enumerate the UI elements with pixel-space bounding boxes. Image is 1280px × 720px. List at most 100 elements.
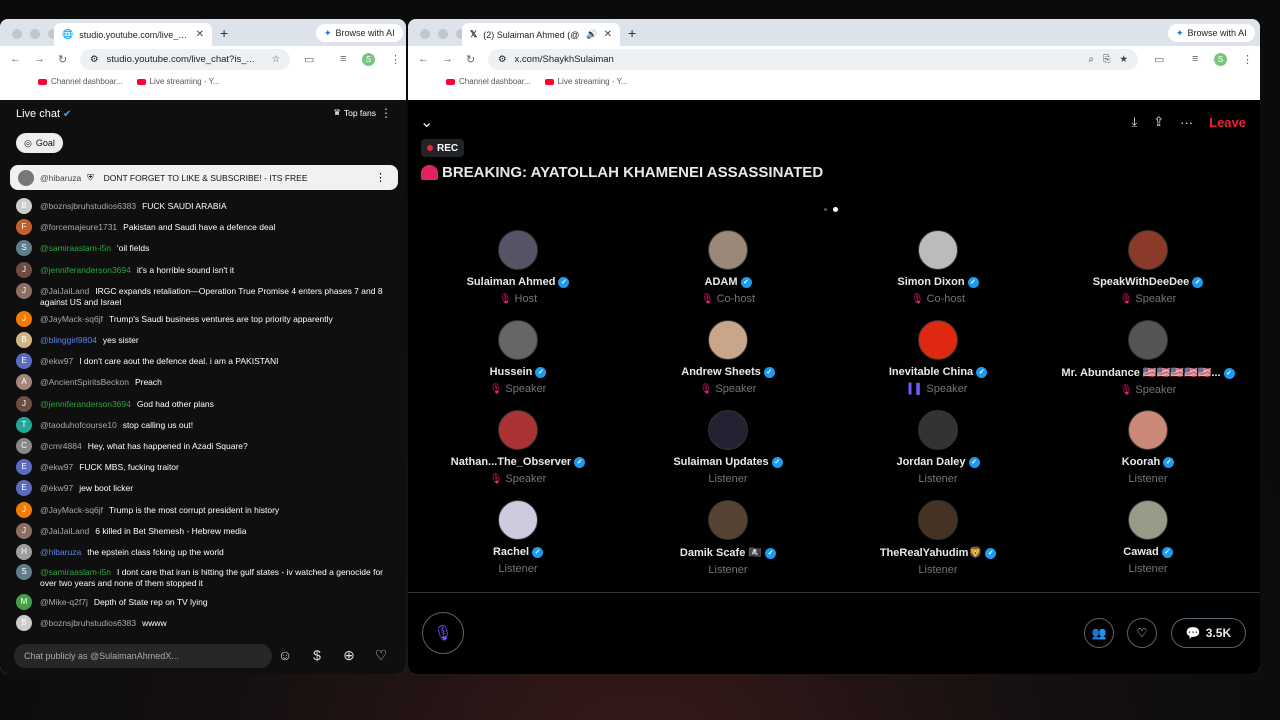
chat-username[interactable]: @ekw97	[40, 356, 73, 366]
add-icon[interactable]: ⊕	[338, 647, 360, 664]
address-bar[interactable]: ⚙ x.com/ShaykhSulaiman ⌕ ⎘ ★	[488, 49, 1138, 70]
extensions-icon[interactable]: ≡	[340, 53, 346, 65]
avatar[interactable]: E	[16, 459, 32, 475]
site-info-icon[interactable]: ⚙	[90, 54, 99, 65]
participant[interactable]: ADAM ✓ 🎙 Co-host	[628, 230, 828, 305]
browse-with-ai-button[interactable]: ✦ Browse with AI	[1168, 24, 1255, 42]
avatar[interactable]	[708, 230, 748, 270]
chat-username[interactable]: @samiraaslam-i5n	[40, 243, 111, 253]
forward-icon[interactable]: →	[442, 53, 453, 65]
avatar[interactable]: J	[16, 262, 32, 278]
chat-username[interactable]: @JaiJaiLand	[40, 526, 89, 536]
minimize-icon[interactable]: ⤓	[1131, 114, 1137, 130]
chat-username[interactable]: @samiraaslam-i5n	[40, 567, 111, 577]
avatar[interactable]	[498, 230, 538, 270]
avatar[interactable]	[498, 320, 538, 360]
comments-button[interactable]: 💬 3.5K	[1171, 618, 1246, 648]
heart-icon[interactable]: ♡	[370, 647, 392, 664]
chat-message[interactable]: B @blinggirl9804 yes sister	[16, 332, 390, 348]
share-icon[interactable]: ⇪	[1153, 114, 1164, 130]
chat-username[interactable]: @JayMack-sq6jf	[40, 314, 103, 324]
avatar[interactable]: E	[16, 353, 32, 369]
chat-message[interactable]: J @JayMack-sq6jf Trump's Saudi business ve…	[16, 311, 390, 327]
participant[interactable]: Jordan Daley ✓ Listener	[838, 410, 1038, 485]
sidepanel-icon[interactable]: ▭	[1154, 53, 1164, 66]
participant[interactable]: Rachel ✓ Listener	[418, 500, 618, 575]
bookmark-channel-dashboard[interactable]: Channel dashboar...	[38, 77, 123, 86]
avatar[interactable]: E	[16, 480, 32, 496]
chat-message[interactable]: E @ekw97 I don't care aout the defence dea…	[16, 353, 390, 369]
bookmark-channel-dashboard[interactable]: Channel dashboar...	[446, 77, 531, 86]
top-fans-button[interactable]: ♛ Top fans	[333, 107, 376, 118]
chat-message[interactable]: A @AncientSpiritsBeckon Preach	[16, 374, 390, 390]
profile-avatar[interactable]: S	[362, 53, 375, 66]
avatar[interactable]: B	[16, 198, 32, 214]
window-controls[interactable]	[12, 29, 58, 39]
address-bar[interactable]: ⚙ studio.youtube.com/live_chat?is_... ☆	[80, 49, 290, 70]
chat-username[interactable]: @ekw97	[40, 483, 73, 493]
chat-message[interactable]: E @ekw97 jew boot licker	[16, 480, 390, 496]
extensions-icon[interactable]: ≡	[1192, 53, 1198, 65]
chat-message[interactable]: C @cmr4884 Hey, what has happened in Azadi…	[16, 438, 390, 454]
avatar[interactable]	[1128, 230, 1168, 270]
chat-message[interactable]: J @JayMack-sq6jf Trump is the most corrupt…	[16, 502, 390, 518]
chat-message[interactable]: F @forcemajeure1731 Pakistan and Saudi hav…	[16, 219, 390, 235]
site-info-icon[interactable]: ⚙	[498, 54, 507, 65]
chat-message[interactable]: J @jenniferanderson3694 it's a horrible so…	[16, 262, 390, 278]
pinned-menu-icon[interactable]: ⋮	[375, 171, 386, 184]
avatar[interactable]	[708, 320, 748, 360]
more-icon[interactable]: ···	[1180, 115, 1193, 130]
chat-message[interactable]: H @hibaruza the epstein class fcking up th…	[16, 544, 390, 560]
avatar[interactable]: B	[16, 332, 32, 348]
participant[interactable]: Nathan...The_Observer ✓ 🎙 Speaker	[418, 410, 618, 485]
chat-username[interactable]: @taoduhofcourse10	[40, 420, 117, 430]
chat-message[interactable]: S @samiraaslam-i5n I dont care that iran i…	[16, 564, 390, 588]
avatar[interactable]	[708, 410, 748, 450]
chat-username[interactable]: @jenniferanderson3694	[40, 399, 131, 409]
new-tab-button[interactable]: +	[628, 25, 636, 41]
chat-username[interactable]: @blinggirl9804	[40, 335, 97, 345]
chat-username[interactable]: @ekw97	[40, 462, 73, 472]
avatar[interactable]: F	[16, 219, 32, 235]
window-controls[interactable]	[420, 29, 466, 39]
avatar[interactable]: H	[16, 544, 32, 560]
chat-username[interactable]: @boznsjbruhstudios6383	[40, 201, 136, 211]
avatar[interactable]	[1128, 410, 1168, 450]
avatar[interactable]	[498, 500, 538, 540]
chat-message[interactable]: J @JaiJaiLand IRGC expands retaliation—Ope…	[16, 283, 390, 307]
participant[interactable]: Andrew Sheets ✓ 🎙 Speaker	[628, 320, 828, 395]
participant[interactable]: Damik Scafe 🏴‍☠️ ✓ Listener	[628, 500, 828, 576]
chat-message[interactable]: T @taoduhofcourse10 stop calling us out!	[16, 417, 390, 433]
avatar[interactable]	[1128, 320, 1168, 360]
avatar[interactable]	[918, 230, 958, 270]
participant[interactable]: Mr. Abundance 🇺🇸🇺🇸🇺🇸🇺🇸🇺🇸... ✓ 🎙 Speaker	[1048, 320, 1248, 396]
menu-icon[interactable]: ⋮	[390, 53, 401, 66]
avatar[interactable]	[708, 500, 748, 540]
reload-icon[interactable]: ↻	[58, 53, 67, 66]
chat-username[interactable]: @JayMack-sq6jf	[40, 505, 103, 515]
participant[interactable]: SpeakWithDeeDee ✓ 🎙 Speaker	[1048, 230, 1248, 305]
chat-username[interactable]: @jenniferanderson3694	[40, 265, 131, 275]
avatar[interactable]	[1128, 500, 1168, 540]
close-tab-icon[interactable]: ✕	[196, 29, 204, 40]
chat-message[interactable]: J @jenniferanderson3694 God had other plan…	[16, 396, 390, 412]
chat-menu-icon[interactable]: ⋮	[380, 106, 392, 120]
zoom-icon[interactable]: ⌕	[1089, 54, 1094, 65]
browse-with-ai-button[interactable]: ✦ Browse with AI	[316, 24, 403, 42]
chat-message[interactable]: E @ekw97 FUCK MBS, fucking traitor	[16, 459, 390, 475]
avatar[interactable]	[498, 410, 538, 450]
bookmark-star-icon[interactable]: ☆	[271, 54, 280, 65]
speaker-icon[interactable]: 🔊	[586, 29, 597, 40]
sidepanel-icon[interactable]: ▭	[304, 53, 314, 66]
participant[interactable]: Hussein ✓ 🎙 Speaker	[418, 320, 618, 395]
goal-button[interactable]: ◎ Goal	[16, 133, 63, 153]
chat-input[interactable]: Chat publicly as @SulaimanAhmedX...	[14, 644, 272, 668]
back-icon[interactable]: ←	[418, 53, 429, 65]
avatar[interactable]: J	[16, 311, 32, 327]
leave-button[interactable]: Leave	[1209, 115, 1246, 130]
avatar[interactable]: M	[16, 594, 32, 610]
participant[interactable]: Cawad ✓ Listener	[1048, 500, 1248, 575]
chat-message[interactable]: S @samiraaslam-i5n 'oil fields	[16, 240, 390, 256]
super-chat-icon[interactable]: $	[306, 647, 328, 664]
collapse-chevron-icon[interactable]: ⌄	[420, 112, 433, 132]
